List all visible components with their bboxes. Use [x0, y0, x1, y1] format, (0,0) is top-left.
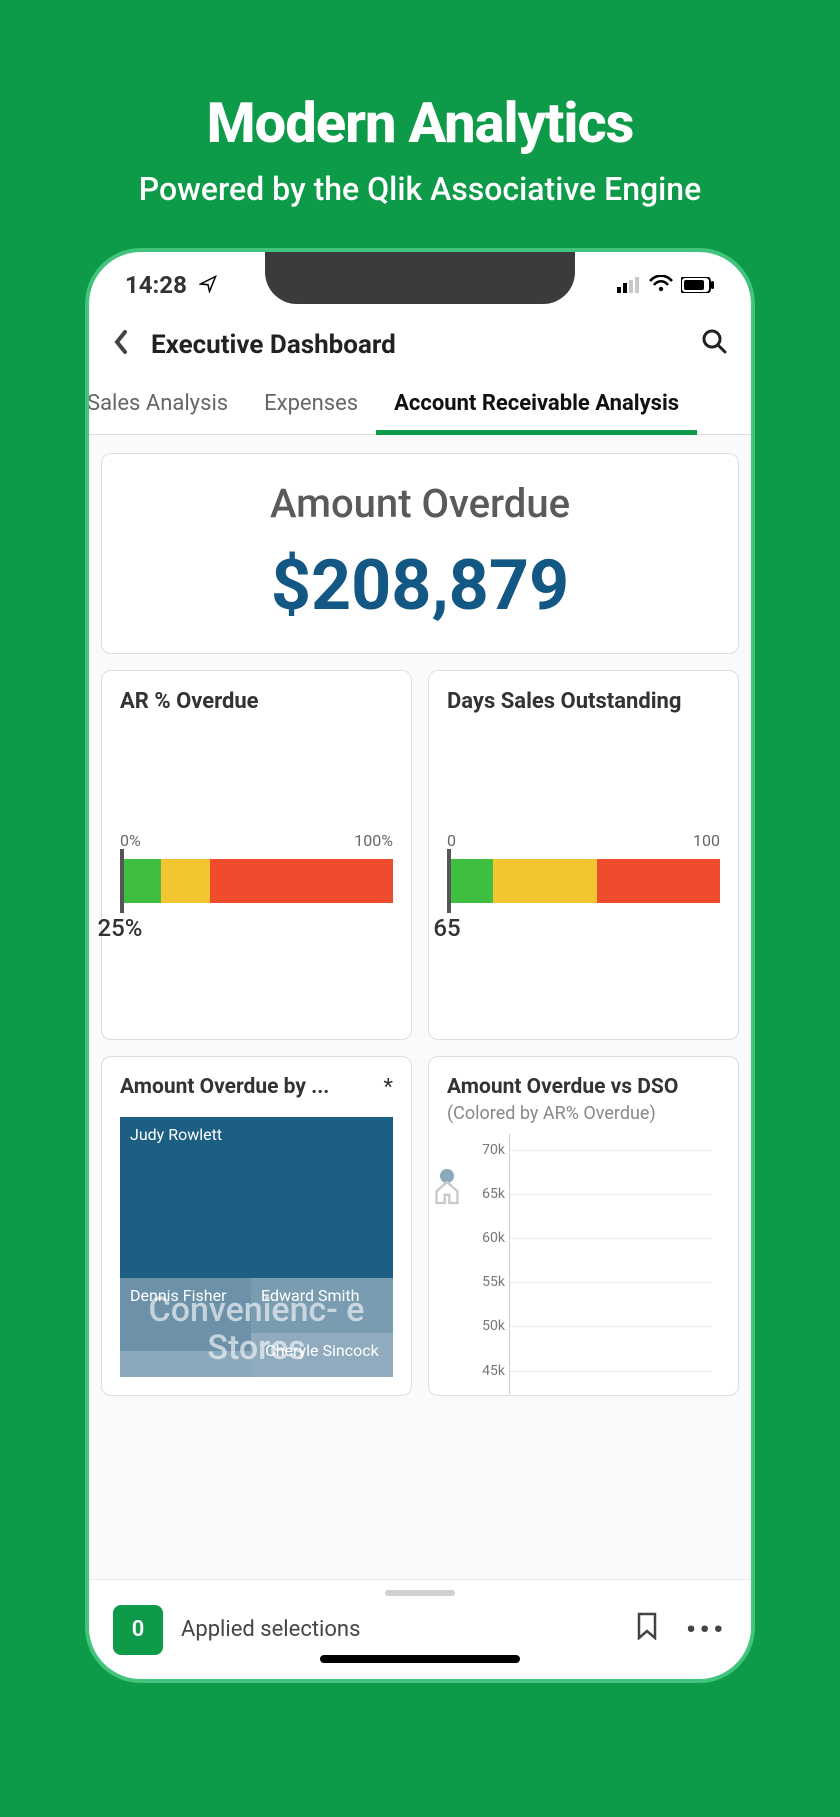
more-button[interactable]: •••	[686, 1615, 727, 1645]
device-frame: 14:28	[85, 248, 755, 1683]
gauge-scale-min: 0	[447, 831, 456, 850]
battery-icon	[681, 271, 715, 299]
back-button[interactable]	[113, 328, 129, 361]
tabs: Sales Analysis Expenses Account Receivab…	[89, 383, 751, 435]
page-title: Executive Dashboard	[151, 330, 701, 360]
gauge-title: AR % Overdue	[120, 689, 393, 714]
y-tick: 70k	[455, 1142, 505, 1158]
device-notch	[265, 252, 575, 304]
y-tick: 65k	[455, 1186, 505, 1202]
gauge-bar	[447, 859, 720, 903]
treemap-area[interactable]: Judy Rowlett Dennis Fisher Edward Smith …	[120, 1117, 393, 1377]
status-time: 14:28	[125, 271, 217, 299]
home-indicator[interactable]	[320, 1655, 520, 1663]
search-button[interactable]	[701, 328, 727, 361]
gauge-scale-min: 0%	[120, 831, 141, 850]
promo-subtitle: Powered by the Qlik Associative Engine	[20, 170, 820, 208]
treemap-amount-overdue-by[interactable]: * Amount Overdue by ... Judy Rowlett Den…	[101, 1056, 412, 1396]
wifi-icon	[649, 271, 673, 299]
y-tick: 55k	[455, 1274, 505, 1290]
kpi-value: $208,879	[128, 545, 712, 627]
gauge-scale-max: 100%	[354, 831, 393, 850]
bottom-bar: 0 Applied selections •••	[89, 1579, 751, 1679]
y-tick: 50k	[455, 1318, 505, 1334]
treemap-box[interactable]: Cheryle Sincock	[251, 1333, 393, 1377]
tab-sales-analysis[interactable]: Sales Analysis	[85, 383, 246, 434]
gauge-bar	[120, 859, 393, 903]
treemap-box[interactable]: Judy Rowlett	[120, 1117, 393, 1278]
gauge-value: 25%	[98, 914, 143, 942]
gauge-pointer	[120, 849, 124, 913]
scatter-amount-overdue-vs-dso[interactable]: Amount Overdue vs DSO (Colored by AR% Ov…	[428, 1056, 739, 1396]
gauge-title: Days Sales Outstanding	[447, 689, 720, 714]
chart-title: Amount Overdue vs DSO	[447, 1075, 720, 1099]
kpi-title: Amount Overdue	[128, 480, 712, 527]
treemap-box[interactable]: Edward Smith	[251, 1278, 393, 1333]
drag-handle[interactable]	[385, 1590, 455, 1596]
chart-subtitle: (Colored by AR% Overdue)	[447, 1103, 720, 1124]
home-icon[interactable]	[433, 1179, 461, 1214]
chart-title: Amount Overdue by ...	[120, 1075, 393, 1099]
chart-footnote-icon: *	[384, 1075, 393, 1100]
y-tick: 60k	[455, 1230, 505, 1246]
gauge-pointer	[447, 849, 451, 913]
promo-title: Modern Analytics	[20, 90, 820, 156]
selection-label[interactable]: Applied selections	[181, 1617, 608, 1642]
y-tick: 45k	[455, 1363, 505, 1379]
tab-expenses[interactable]: Expenses	[246, 383, 376, 434]
status-time-text: 14:28	[125, 271, 187, 299]
cellular-icon	[617, 271, 641, 299]
content-area[interactable]: Amount Overdue $208,879 AR % Overdue 0% …	[89, 435, 751, 1615]
gauge-ar-pct-overdue[interactable]: AR % Overdue 0% 100% 25%	[101, 670, 412, 1040]
scatter-plot[interactable]: 70k 65k 60k 55k 50k 45k	[447, 1134, 720, 1394]
bookmark-button[interactable]	[636, 1612, 658, 1647]
kpi-amount-overdue[interactable]: Amount Overdue $208,879	[101, 453, 739, 654]
selection-count-badge[interactable]: 0	[113, 1605, 163, 1655]
app-navbar: Executive Dashboard	[89, 310, 751, 383]
treemap-box[interactable]: Dennis Fisher	[120, 1278, 251, 1351]
gauge-scale-max: 100	[693, 831, 720, 850]
tab-account-receivable[interactable]: Account Receivable Analysis	[376, 383, 697, 435]
location-icon	[199, 271, 217, 299]
gauge-value: 65	[433, 914, 460, 942]
gauge-dso[interactable]: Days Sales Outstanding 0 100 65	[428, 670, 739, 1040]
